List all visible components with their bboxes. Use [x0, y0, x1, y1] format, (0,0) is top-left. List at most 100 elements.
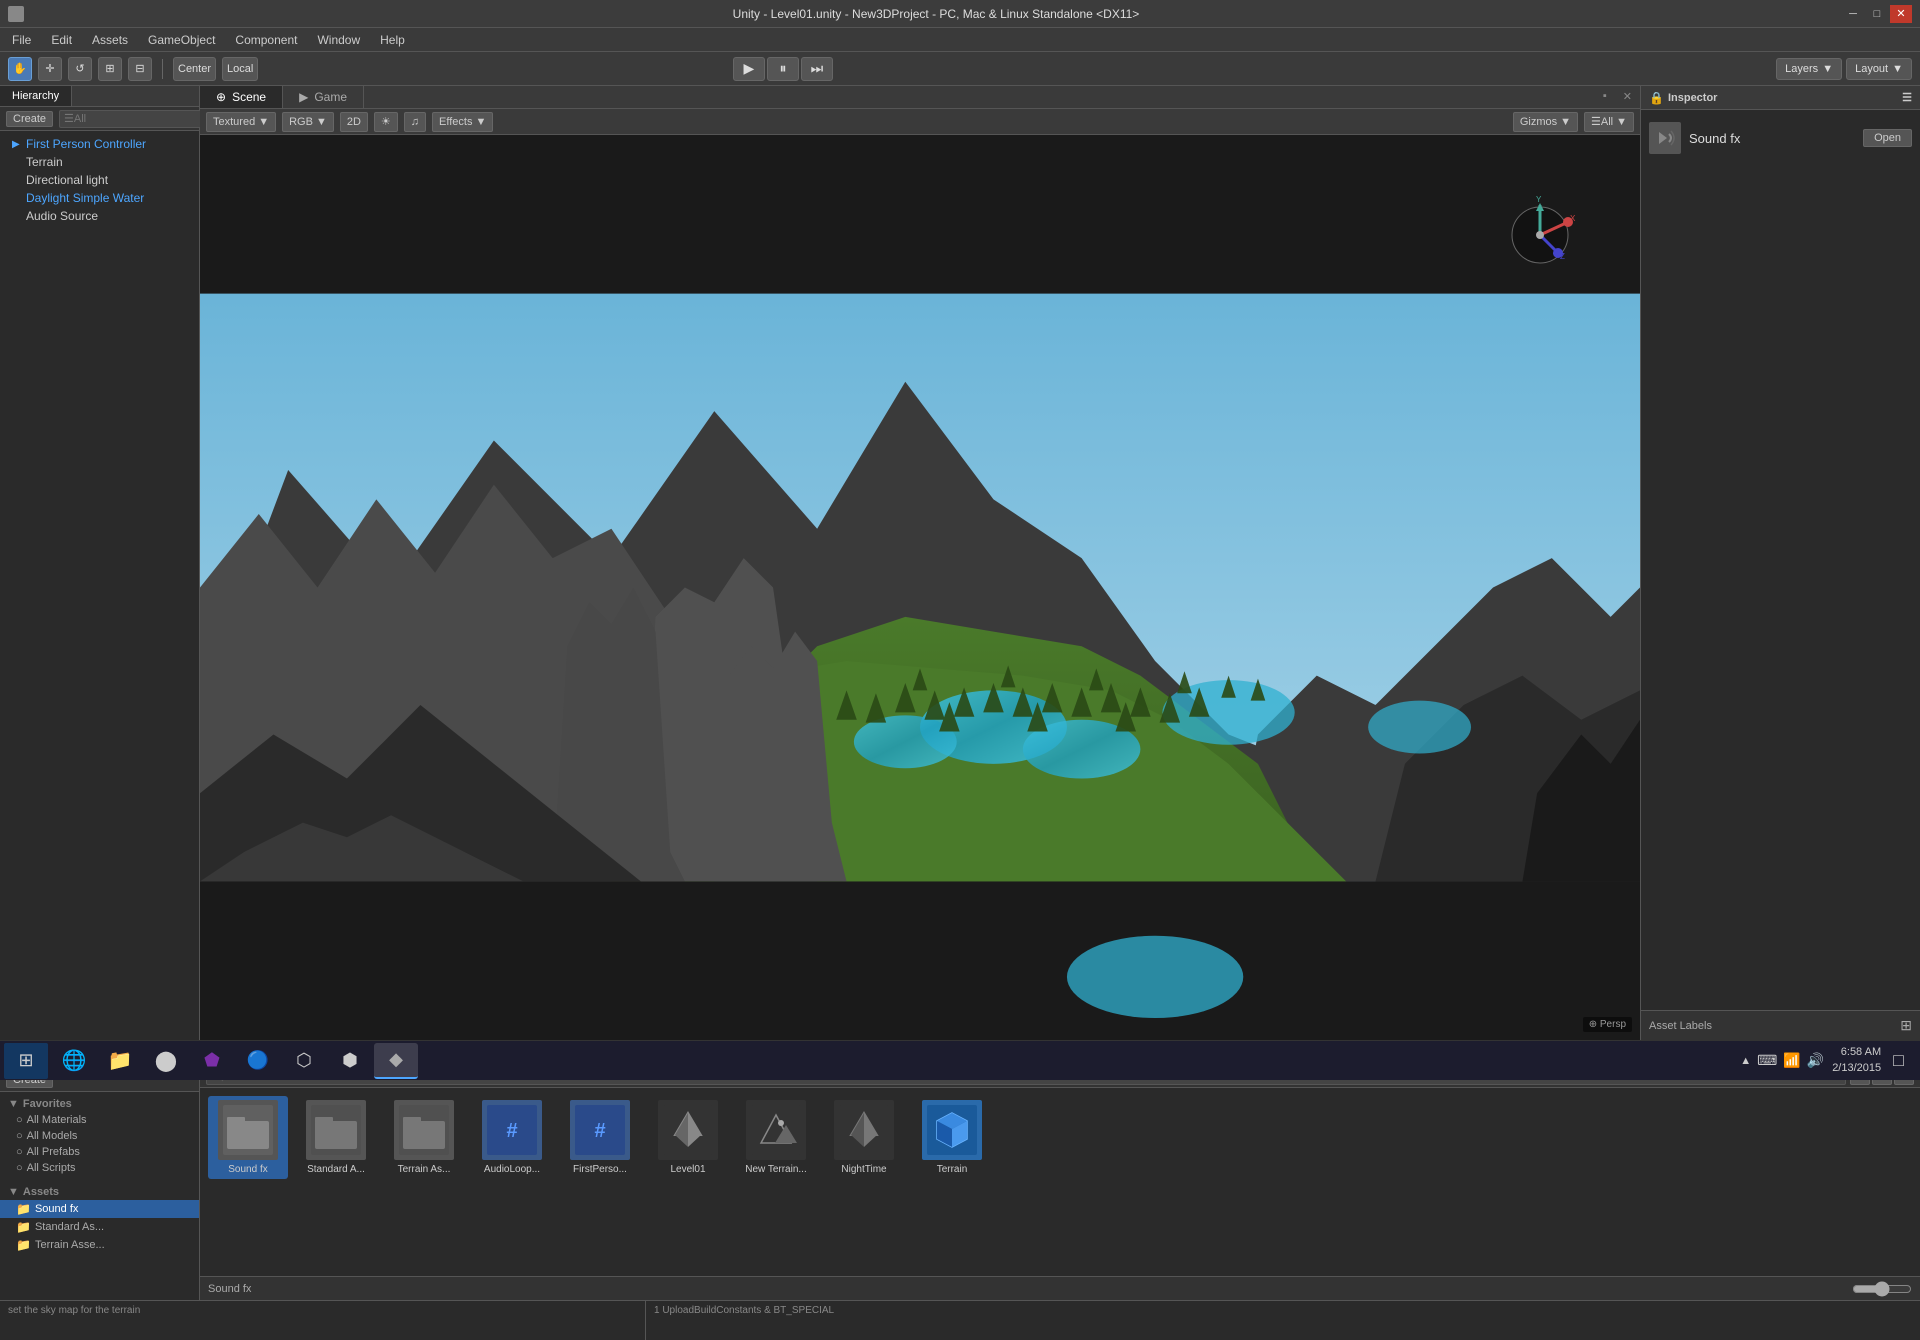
effects-dropdown[interactable]: Effects▼ [432, 112, 493, 132]
svg-text:X: X [1570, 214, 1576, 223]
asset-terrain-assets[interactable]: Terrain As... [384, 1096, 464, 1179]
assets-terrain[interactable]: 📁 Terrain Asse... [0, 1236, 199, 1254]
hierarchy-items: ▶ First Person Controller Terrain Direct… [0, 131, 199, 1040]
asset-labels-icon[interactable]: ⊞ [1900, 1017, 1912, 1034]
menu-edit[interactable]: Edit [43, 31, 80, 49]
asset-firstperson[interactable]: # FirstPerso... [560, 1096, 640, 1179]
app7-icon: ⬢ [342, 1050, 358, 1071]
menu-assets[interactable]: Assets [84, 31, 136, 49]
title-bar: Unity - Level01.unity - New3DProject - P… [0, 0, 1920, 28]
layout-button[interactable]: Layout ▼ [1846, 58, 1912, 80]
folder-icon-2: 📁 [16, 1220, 31, 1234]
folder-icon-1: 📁 [16, 1202, 31, 1216]
taskbar-app6[interactable]: ⬡ [282, 1043, 326, 1079]
audioloop-thumb: # [482, 1100, 542, 1160]
network-icon[interactable]: 📶 [1783, 1052, 1800, 1069]
sound-fx-thumb [218, 1100, 278, 1160]
tab-game[interactable]: ▶ Game [283, 86, 364, 108]
local-button[interactable]: Local [222, 57, 258, 81]
rgb-dropdown[interactable]: RGB▼ [282, 112, 334, 132]
gizmos-all-dropdown[interactable]: ☰All▼ [1584, 112, 1634, 132]
center-button[interactable]: Center [173, 57, 216, 81]
asset-nighttime[interactable]: NightTime [824, 1096, 904, 1179]
taskbar-skype[interactable]: 🔵 [236, 1043, 280, 1079]
tool-rect[interactable]: ⊟ [128, 57, 152, 81]
notifications-button[interactable]: □ [1889, 1050, 1908, 1071]
taskbar-unity[interactable]: ◆ [374, 1043, 418, 1079]
main-layout: Hierarchy Create ▶ First Person Controll… [0, 86, 1920, 1040]
step-button[interactable]: ⏭ [801, 57, 833, 81]
asset-audioloop[interactable]: # AudioLoop... [472, 1096, 552, 1179]
taskbar-chrome[interactable]: ⬤ [144, 1043, 188, 1079]
thumbnail-size-slider[interactable] [1852, 1282, 1912, 1296]
menu-gameobject[interactable]: GameObject [140, 31, 223, 49]
scene-maximize-btn[interactable]: ▪ [1595, 86, 1615, 108]
menu-window[interactable]: Window [309, 31, 368, 49]
scene-viewport[interactable]: Y X Z ⊕ Persp [200, 135, 1640, 1040]
fav-all-materials[interactable]: ○ All Materials [0, 1112, 199, 1128]
assets-tree-header[interactable]: ▼ Assets [0, 1184, 199, 1200]
asset-standard[interactable]: Standard A... [296, 1096, 376, 1179]
asset-new-terrain[interactable]: New Terrain... [736, 1096, 816, 1179]
asset-terrain-cube[interactable]: Terrain [912, 1096, 992, 1179]
start-button[interactable]: ⊞ [4, 1043, 48, 1079]
close-button[interactable]: ✕ [1890, 5, 1912, 23]
standard-thumb [306, 1100, 366, 1160]
tab-hierarchy[interactable]: Hierarchy [0, 86, 72, 106]
tool-move[interactable]: ✛ [38, 57, 62, 81]
hier-item-daylight-water[interactable]: Daylight Simple Water [0, 189, 199, 207]
fav-all-scripts[interactable]: ○ All Scripts [0, 1160, 199, 1176]
taskbar-vs[interactable]: ⬟ [190, 1043, 234, 1079]
hierarchy-search[interactable] [59, 110, 211, 128]
nighttime-thumb [834, 1100, 894, 1160]
gizmos-dropdown[interactable]: Gizmos▼ [1513, 112, 1578, 132]
status-text-1: set the sky map for the terrain [8, 1305, 637, 1316]
tool-hand[interactable]: ✋ [8, 57, 32, 81]
tab-scene[interactable]: ⊕ Scene [200, 86, 283, 108]
system-tray: ▲ ⌨ 📶 🔊 6:58 AM 2/13/2015 □ [1732, 1045, 1916, 1076]
tool-rotate[interactable]: ↺ [68, 57, 92, 81]
tray-icons: ▲ ⌨ 📶 🔊 [1740, 1052, 1824, 1069]
hier-item-audio-source[interactable]: Audio Source [0, 207, 199, 225]
taskbar-ie[interactable]: 🌐 [52, 1043, 96, 1079]
hier-item-terrain[interactable]: Terrain [0, 153, 199, 171]
sound-fx-label: Sound fx [228, 1164, 267, 1175]
toolbar-separator-1 [162, 59, 163, 79]
menu-component[interactable]: Component [227, 31, 305, 49]
pause-button[interactable]: ⏸ [767, 57, 799, 81]
new-terrain-thumb [746, 1100, 806, 1160]
favorites-header: ▼ Favorites [0, 1096, 199, 1112]
menu-help[interactable]: Help [372, 31, 413, 49]
hier-item-directional-light[interactable]: Directional light [0, 171, 199, 189]
play-button[interactable]: ▶ [733, 57, 765, 81]
keyboard-icon[interactable]: ⌨ [1757, 1052, 1777, 1069]
textured-dropdown[interactable]: Textured▼ [206, 112, 276, 132]
fav-all-prefabs[interactable]: ○ All Prefabs [0, 1144, 199, 1160]
asset-sound-fx[interactable]: Sound fx [208, 1096, 288, 1179]
2d-button[interactable]: 2D [340, 112, 368, 132]
volume-icon[interactable]: 🔊 [1807, 1052, 1824, 1069]
taskbar-app7[interactable]: ⬢ [328, 1043, 372, 1079]
maximize-button[interactable]: □ [1866, 5, 1888, 23]
menu-file[interactable]: File [4, 31, 39, 49]
status-col-2: 1 UploadBuildConstants & BT_SPECIAL [646, 1301, 1920, 1340]
show-hidden-icon[interactable]: ▲ [1740, 1055, 1751, 1067]
fav-all-models[interactable]: ○ All Models [0, 1128, 199, 1144]
tool-scale[interactable]: ⊞ [98, 57, 122, 81]
hier-item-first-person[interactable]: ▶ First Person Controller [0, 135, 199, 153]
open-button[interactable]: Open [1863, 129, 1912, 147]
lighting-button[interactable]: ☀ [374, 112, 398, 132]
taskbar-explorer[interactable]: 📁 [98, 1043, 142, 1079]
layers-button[interactable]: Layers ▼ [1776, 58, 1842, 80]
inspector-menu-icon[interactable]: ☰ [1902, 91, 1912, 104]
assets-standard[interactable]: 📁 Standard As... [0, 1218, 199, 1236]
assets-sound-fx[interactable]: 📁 Sound fx [0, 1200, 199, 1218]
scene-close-btn[interactable]: ✕ [1615, 86, 1640, 108]
audio-button[interactable]: ♫ [404, 112, 426, 132]
asset-level01[interactable]: Level01 [648, 1096, 728, 1179]
minimize-button[interactable]: ─ [1842, 5, 1864, 23]
firstperson-thumb: # [570, 1100, 630, 1160]
layers-dropdown: Layers ▼ Layout ▼ [1776, 58, 1912, 80]
hierarchy-create-button[interactable]: Create [6, 111, 53, 127]
inspector-item-soundfx: Sound fx Open [1649, 118, 1912, 158]
